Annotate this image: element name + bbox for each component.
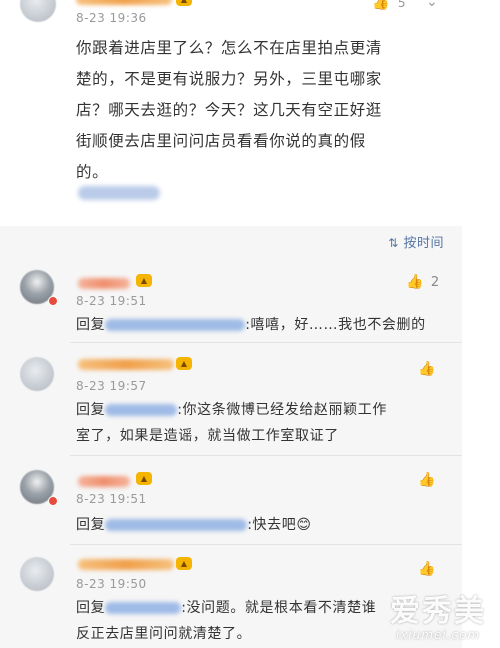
like-count: 2 (430, 275, 440, 290)
thumbs-up-icon: 👍 (372, 0, 390, 11)
like-button[interactable]: 👍 2 (406, 274, 439, 290)
reply-text: 回复 :快去吧😊 (76, 512, 456, 538)
sort-bar: ⇅ 按时间 (0, 226, 462, 256)
avatar[interactable] (20, 557, 54, 591)
reply-text: 回复 :你这条微博已经发给赵丽颖工作 室了，如果是造谣，就当做工作室取证了 (76, 397, 456, 449)
like-button[interactable]: 👍 5 (372, 0, 406, 11)
thumbs-up-icon: 👍 (418, 472, 436, 488)
vip-badge-icon: ▲ (176, 557, 192, 570)
reply-item: ▲ 8-23 19:51 👍 2 回复 :嘻嘻，好……我也不会删的 (0, 256, 462, 342)
reply-content: :嘻嘻，好……我也不会删的 (245, 317, 426, 333)
blurred-link[interactable] (78, 186, 160, 200)
watermark: 爱秀美 ixiumei.com (390, 594, 486, 643)
watermark-url: ixiumei.com (395, 628, 481, 642)
vip-badge-icon: ▲ (176, 357, 192, 370)
top-comment: ▲ 8-23 19:36 👍 5 ⌄ 你跟着进店里了么？怎么不在店里拍点更清 楚… (0, 0, 462, 226)
reply-line: 室了，如果是造谣，就当做工作室取证了 (76, 428, 339, 444)
mention-blurred[interactable] (105, 404, 178, 416)
comment-line: 楚的，不是更有说服力？另外，三里屯哪家 (76, 70, 382, 88)
mention-blurred[interactable] (105, 319, 246, 331)
thumbs-up-icon: 👍 (418, 361, 436, 377)
verified-badge-icon (48, 496, 58, 506)
comment-thread: ▲ 8-23 19:36 👍 5 ⌄ 你跟着进店里了么？怎么不在店里拍点更清 楚… (0, 0, 500, 648)
sort-by-time-button[interactable]: ⇅ 按时间 (388, 232, 444, 251)
reply-item: ▲ 8-23 19:51 👍 回复 :快去吧😊 (0, 456, 462, 544)
vip-badge-icon: ▲ (176, 0, 192, 6)
verified-badge-icon (48, 296, 58, 306)
more-button[interactable]: ⌄ (426, 0, 438, 10)
comment-text: 你跟着进店里了么？怎么不在店里拍点更清 楚的，不是更有说服力？另外，三里屯哪家 … (76, 33, 456, 188)
watermark-title: 爱秀美 (390, 594, 486, 629)
reply-text: 回复 :嘻嘻，好……我也不会删的 (76, 312, 456, 338)
comment-timestamp: 8-23 19:36 (76, 11, 147, 25)
comment-line: 的。 (76, 163, 109, 181)
vip-badge-icon: ▲ (136, 274, 152, 287)
mention-blurred[interactable] (105, 519, 248, 531)
username-blurred[interactable] (78, 559, 174, 570)
thumbs-up-icon: 👍 (406, 274, 424, 290)
scroll-gutter (462, 0, 500, 648)
username-blurred[interactable] (78, 278, 130, 289)
sort-icon: ⇅ (388, 236, 399, 250)
sort-label: 按时间 (403, 236, 444, 251)
reply-prefix: 回复 (76, 600, 106, 616)
reply-line: 回复 :你这条微博已经发给赵丽颖工作 (76, 397, 456, 423)
like-button[interactable]: 👍 (418, 361, 435, 377)
reply-content: :没问题。就是根本看不清楚谁 (181, 600, 377, 616)
like-count: 5 (397, 0, 406, 10)
comment-line: 你跟着进店里了么？怎么不在店里拍点更清 (76, 39, 382, 57)
reply-prefix: 回复 (76, 517, 106, 533)
reply-timestamp: 8-23 19:57 (76, 379, 147, 393)
avatar[interactable] (20, 357, 54, 391)
vip-badge-icon: ▲ (136, 472, 152, 485)
reply-prefix: 回复 (76, 402, 106, 418)
like-button[interactable]: 👍 (418, 472, 435, 488)
username-blurred[interactable] (78, 476, 130, 487)
like-button[interactable]: 👍 (418, 561, 435, 577)
comment-line: 店？哪天去逛的？今天？这几天有空正好逛 (76, 101, 382, 119)
avatar[interactable] (20, 0, 56, 22)
username-blurred[interactable] (76, 0, 172, 5)
reply-item: ▲ 8-23 19:57 👍 回复 :你这条微博已经发给赵丽颖工作 室了，如果是造… (0, 343, 462, 455)
comment-line: 街顺便去店里问问店员看看你说的真的假 (76, 132, 366, 150)
reply-timestamp: 8-23 19:50 (76, 577, 147, 591)
thumbs-up-icon: 👍 (418, 561, 436, 577)
username-blurred[interactable] (78, 359, 174, 370)
reply-timestamp: 8-23 19:51 (76, 492, 147, 506)
reply-timestamp: 8-23 19:51 (76, 294, 147, 308)
reply-content: :你这条微博已经发给赵丽颖工作 (177, 402, 387, 418)
reply-prefix: 回复 (76, 317, 106, 333)
chevron-down-icon: ⌄ (426, 0, 438, 10)
reply-content: :快去吧😊 (247, 517, 312, 533)
mention-blurred[interactable] (105, 602, 182, 614)
